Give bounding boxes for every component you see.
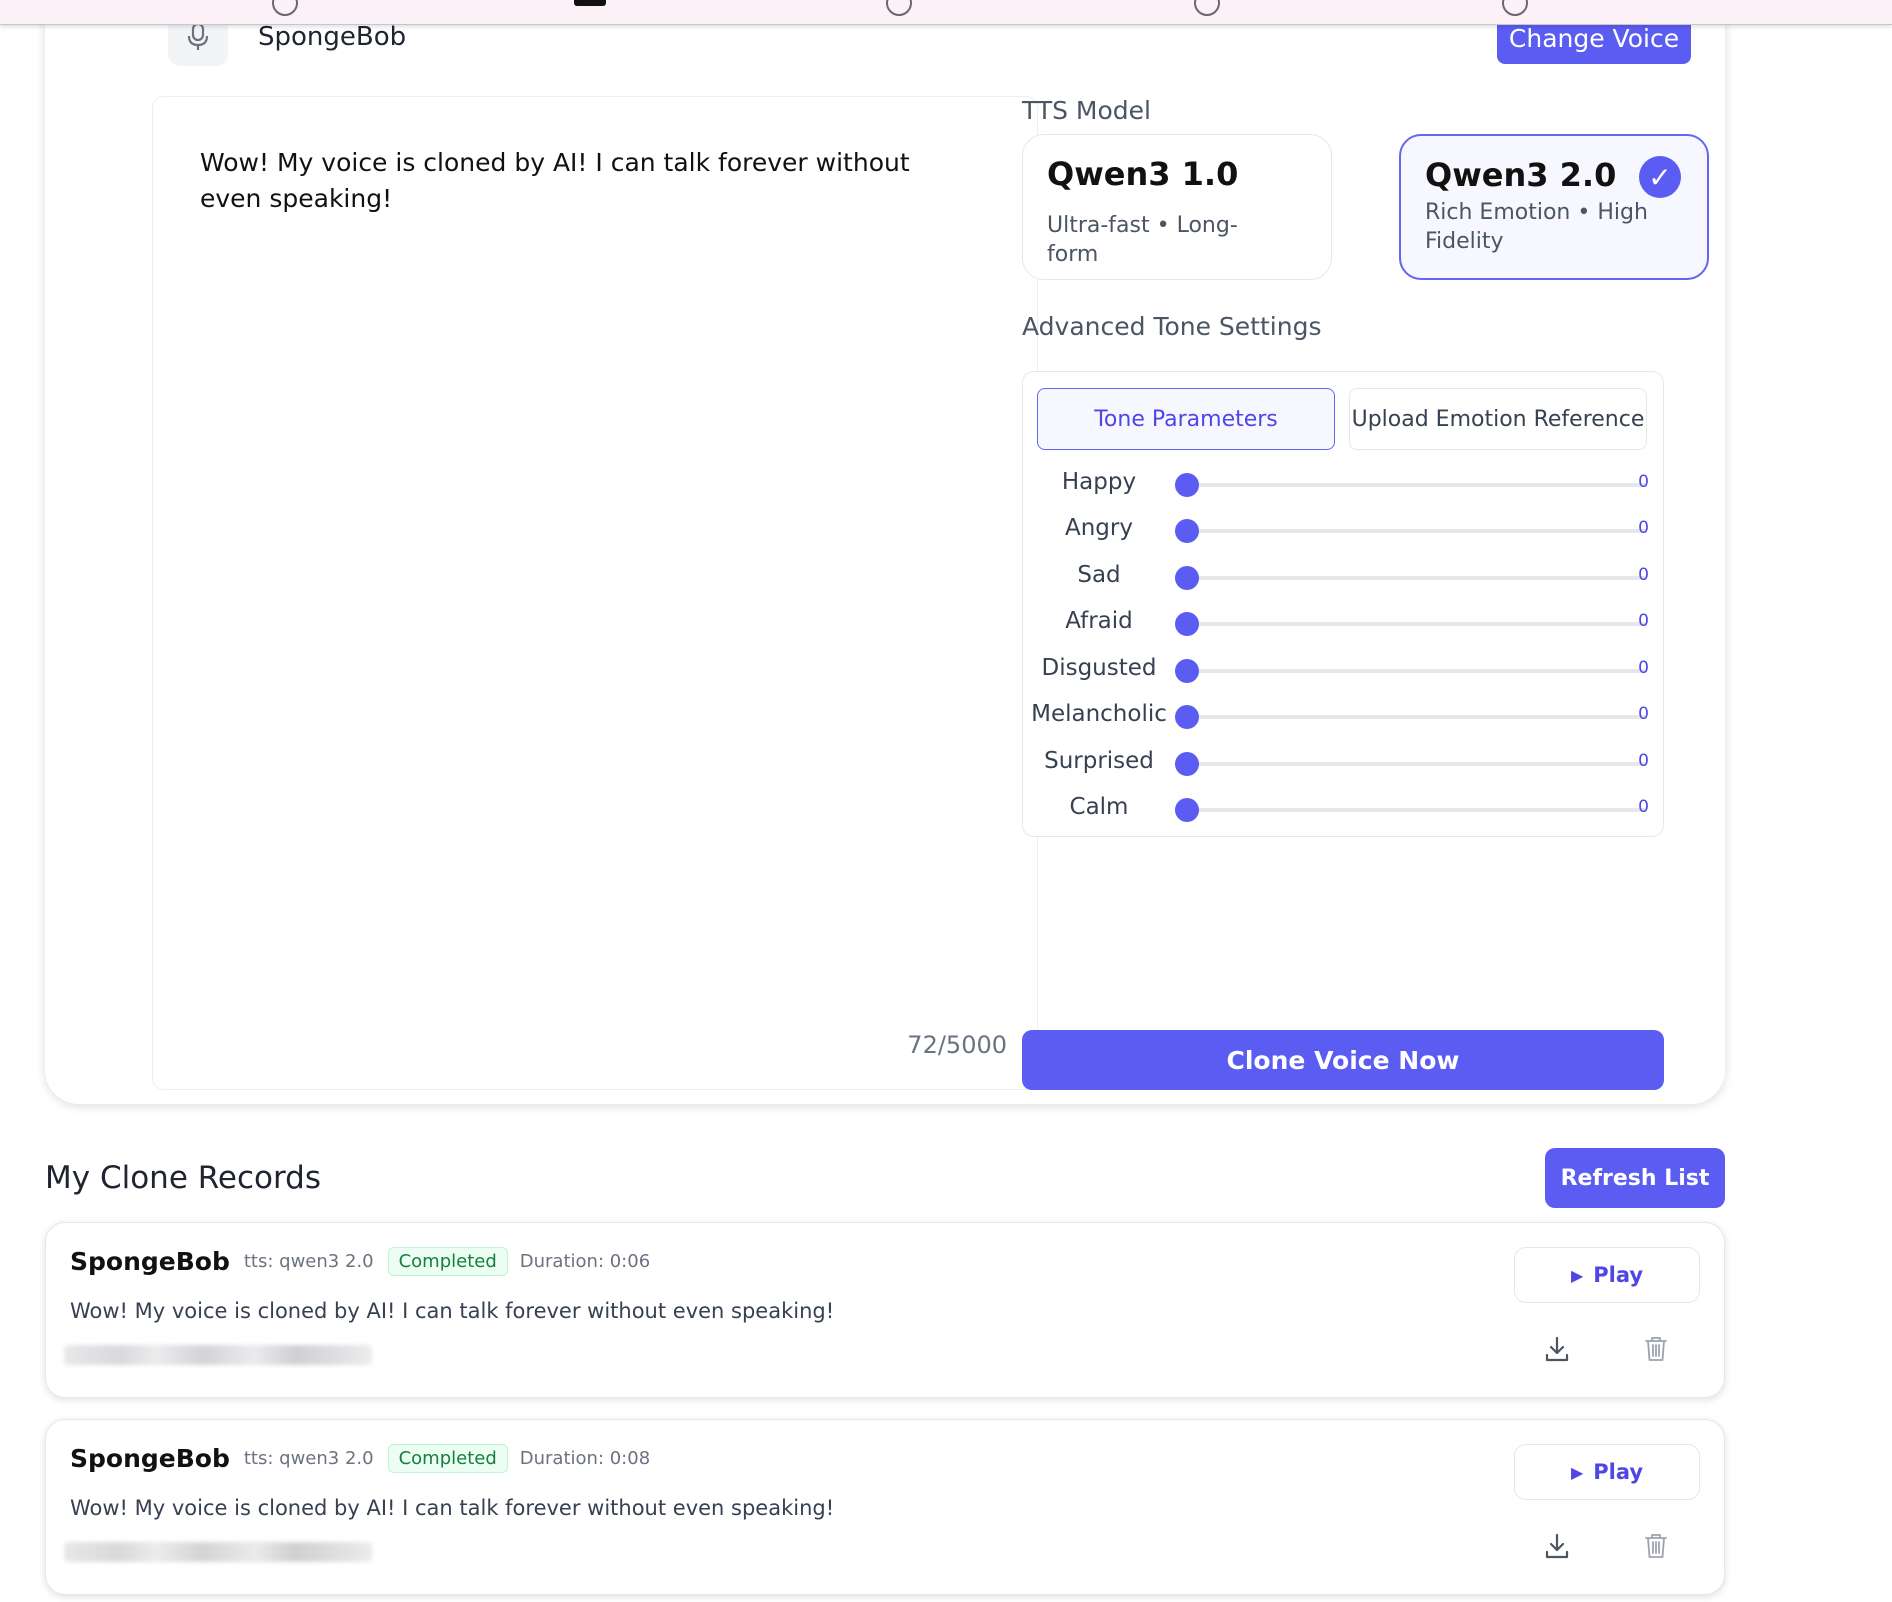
play-button[interactable]: ▶ Play [1514, 1247, 1700, 1303]
model-option-qwen3-1[interactable]: Qwen3 1.0 Ultra-fast • Long-form [1022, 134, 1332, 280]
play-icon: ▶ [1570, 1462, 1584, 1482]
slider-thumb[interactable] [1175, 473, 1199, 497]
model-option-qwen3-2[interactable]: Qwen3 2.0 Rich Emotion • High Fidelity ✓ [1399, 134, 1709, 280]
play-label: Play [1593, 1263, 1644, 1287]
voice-clone-card: SpongeBob Change Voice Wow! My voice is … [45, 0, 1725, 1104]
slider-calm: Calm 0 [1023, 789, 1663, 829]
play-label: Play [1593, 1460, 1644, 1484]
record-duration: Duration: 0:08 [519, 1448, 651, 1469]
slider-disgusted: Disgusted 0 [1023, 650, 1663, 690]
record-voice-name: SpongeBob [70, 1444, 230, 1473]
browser-toolbar [0, 0, 1892, 25]
tone-settings-panel: Tone Parameters Upload Emotion Reference… [1022, 371, 1664, 837]
toolbar-icon[interactable] [1502, 0, 1528, 16]
slider-label: Disgusted [1041, 655, 1157, 681]
slider-track[interactable] [1175, 473, 1647, 497]
slider-value: 0 [1638, 565, 1649, 585]
slider-label: Melancholic [1031, 701, 1167, 727]
slider-thumb[interactable] [1175, 798, 1199, 822]
slider-track[interactable] [1175, 519, 1647, 543]
toolbar-icon[interactable] [574, 0, 606, 6]
slider-value: 0 [1638, 751, 1649, 771]
status-badge: Completed [387, 1247, 508, 1276]
slider-value: 0 [1638, 611, 1649, 631]
slider-value: 0 [1638, 658, 1649, 678]
slider-angry: Angry 0 [1023, 510, 1663, 550]
record-voice-name: SpongeBob [70, 1247, 230, 1276]
record-item: SpongeBob tts: qwen3 2.0 Completed Durat… [45, 1419, 1725, 1595]
model-description: Rich Emotion • High Fidelity [1425, 200, 1648, 254]
slider-label: Happy [1061, 469, 1137, 495]
slider-thumb[interactable] [1175, 752, 1199, 776]
redacted-text [64, 1542, 372, 1562]
script-textarea[interactable]: Wow! My voice is cloned by AI! I can tal… [152, 96, 1038, 1090]
slider-label: Calm [1069, 794, 1129, 820]
model-name: Qwen3 1.0 [1047, 155, 1239, 193]
status-badge: Completed [387, 1444, 508, 1473]
play-button[interactable]: ▶ Play [1514, 1444, 1700, 1500]
slider-value: 0 [1638, 797, 1649, 817]
model-name: Qwen3 2.0 [1425, 156, 1617, 194]
slider-label: Angry [1065, 515, 1133, 541]
play-icon: ▶ [1570, 1265, 1584, 1285]
trash-icon[interactable] [1636, 1329, 1676, 1369]
record-header: SpongeBob tts: qwen3 2.0 Completed Durat… [70, 1444, 650, 1473]
slider-thumb[interactable] [1175, 566, 1199, 590]
toolbar-icon[interactable] [272, 0, 298, 16]
script-text[interactable]: Wow! My voice is cloned by AI! I can tal… [200, 145, 940, 217]
refresh-list-button[interactable]: Refresh List [1545, 1148, 1725, 1208]
slider-thumb[interactable] [1175, 519, 1199, 543]
slider-surprised: Surprised 0 [1023, 743, 1663, 783]
record-text: Wow! My voice is cloned by AI! I can tal… [70, 1299, 835, 1323]
record-model: tts: qwen3 2.0 [243, 1251, 374, 1272]
download-icon[interactable] [1537, 1526, 1577, 1566]
record-item: SpongeBob tts: qwen3 2.0 Completed Durat… [45, 1222, 1725, 1398]
check-icon: ✓ [1639, 156, 1681, 198]
toolbar-icon[interactable] [886, 0, 912, 16]
slider-happy: Happy 0 [1023, 464, 1663, 504]
slider-label: Afraid [1065, 608, 1133, 634]
tab-upload-emotion-reference[interactable]: Upload Emotion Reference [1349, 388, 1647, 450]
slider-label: Sad [1077, 562, 1121, 588]
tab-tone-parameters[interactable]: Tone Parameters [1037, 388, 1335, 450]
slider-melancholic: Melancholic 0 [1023, 696, 1663, 736]
clone-voice-now-button[interactable]: Clone Voice Now [1022, 1030, 1664, 1090]
record-model: tts: qwen3 2.0 [243, 1448, 374, 1469]
redacted-text [64, 1345, 372, 1365]
model-description: Ultra-fast • Long-form [1047, 213, 1238, 267]
slider-track[interactable] [1175, 752, 1647, 776]
toolbar-icon[interactable] [1194, 0, 1220, 16]
selected-voice-name: SpongeBob [258, 22, 407, 52]
records-title: My Clone Records [45, 1160, 322, 1196]
advanced-tone-label: Advanced Tone Settings [1022, 312, 1322, 341]
slider-track[interactable] [1175, 798, 1647, 822]
slider-thumb[interactable] [1175, 659, 1199, 683]
download-icon[interactable] [1537, 1329, 1577, 1369]
slider-thumb[interactable] [1175, 612, 1199, 636]
slider-label: Surprised [1044, 748, 1154, 774]
record-duration: Duration: 0:06 [519, 1251, 651, 1272]
record-text: Wow! My voice is cloned by AI! I can tal… [70, 1496, 835, 1520]
slider-value: 0 [1638, 472, 1649, 492]
slider-track[interactable] [1175, 566, 1647, 590]
slider-track[interactable] [1175, 659, 1647, 683]
slider-track[interactable] [1175, 612, 1647, 636]
slider-sad: Sad 0 [1023, 557, 1663, 597]
record-header: SpongeBob tts: qwen3 2.0 Completed Durat… [70, 1247, 650, 1276]
slider-value: 0 [1638, 704, 1649, 724]
slider-afraid: Afraid 0 [1023, 603, 1663, 643]
slider-track[interactable] [1175, 705, 1647, 729]
slider-value: 0 [1638, 518, 1649, 538]
trash-icon[interactable] [1636, 1526, 1676, 1566]
tts-model-label: TTS Model [1022, 96, 1151, 125]
slider-thumb[interactable] [1175, 705, 1199, 729]
character-counter: 72/5000 [907, 1031, 1007, 1059]
